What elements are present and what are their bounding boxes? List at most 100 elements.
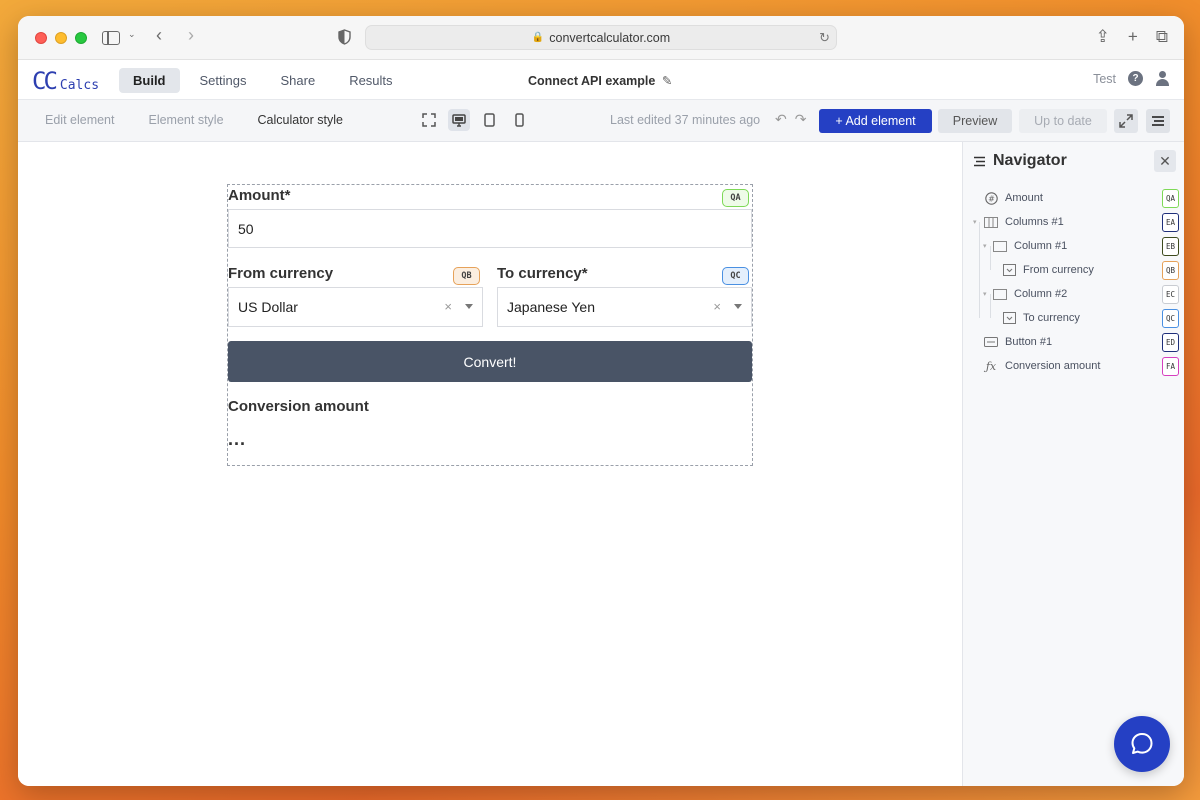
dropdown-icon xyxy=(1002,312,1016,324)
app-header: CC Calcs Build Settings Share Results Co… xyxy=(18,60,1184,100)
new-tab-icon[interactable]: + xyxy=(1128,27,1138,47)
amount-label: Amount* xyxy=(228,187,291,204)
tree-item-tag: ED xyxy=(1162,333,1179,352)
tree-item-tag: FA xyxy=(1162,357,1179,376)
element-tree: # Amount QA ▾ Columns #1 EA ▾ Column #1 … xyxy=(963,186,1184,378)
button-icon xyxy=(984,336,998,348)
undo-icon[interactable]: ↶ xyxy=(775,111,787,128)
nav-results[interactable]: Results xyxy=(335,68,406,93)
preview-button[interactable]: Preview xyxy=(938,109,1012,133)
caret-down-icon[interactable]: ▾ xyxy=(973,218,977,226)
from-currency-label: From currency xyxy=(228,265,334,282)
sidebar-toggle-icon[interactable] xyxy=(102,31,120,45)
tree-item-to-currency[interactable]: To currency QC xyxy=(963,306,1184,330)
nav-settings[interactable]: Settings xyxy=(186,68,261,93)
columns-icon xyxy=(984,216,998,228)
window-controls xyxy=(35,32,87,44)
tree-item-button-1[interactable]: Button #1 ED xyxy=(963,330,1184,354)
menu-icon xyxy=(1152,116,1164,126)
tree-item-tag: EB xyxy=(1162,237,1179,256)
caret-down-icon[interactable] xyxy=(734,304,742,309)
zoom-window-button[interactable] xyxy=(75,32,87,44)
logo[interactable]: CC Calcs xyxy=(32,67,99,95)
tree-item-amount[interactable]: # Amount QA xyxy=(963,186,1184,210)
nav-build[interactable]: Build xyxy=(119,68,180,93)
column-icon xyxy=(993,288,1007,300)
nav-share[interactable]: Share xyxy=(266,68,329,93)
tree-item-label: Column #2 xyxy=(1014,288,1068,300)
tree-item-label: Column #1 xyxy=(1014,240,1068,252)
tree-item-label: From currency xyxy=(1023,264,1094,276)
from-currency-select[interactable]: US Dollar × xyxy=(228,287,483,327)
editor-tabs: Edit element Element style Calculator st… xyxy=(45,113,343,127)
convert-button[interactable]: Convert! xyxy=(228,341,752,382)
clear-icon[interactable]: × xyxy=(713,299,721,314)
shield-icon[interactable] xyxy=(338,29,351,45)
chevron-down-icon[interactable]: ⌄ xyxy=(128,29,136,40)
tree-item-column-2[interactable]: ▾ Column #2 EC xyxy=(963,282,1184,306)
amount-tag[interactable]: QA xyxy=(722,189,749,207)
navigator-panel: Navigator ✕ # Amount QA ▾ Columns #1 EA … xyxy=(962,142,1184,786)
calculator-preview: Amount* QA 50 From currency QB US Dollar… xyxy=(227,184,753,466)
caret-down-icon[interactable]: ▾ xyxy=(983,242,987,250)
forward-icon[interactable]: › xyxy=(188,25,194,46)
up-to-date-button[interactable]: Up to date xyxy=(1019,109,1107,133)
to-currency-label: To currency* xyxy=(497,265,588,282)
expand-button[interactable] xyxy=(1114,109,1138,133)
tree-item-label: Columns #1 xyxy=(1005,216,1064,228)
tablet-icon[interactable] xyxy=(478,109,500,131)
desktop-icon[interactable] xyxy=(448,109,470,131)
share-icon[interactable]: ⇪ xyxy=(1096,27,1110,47)
clear-icon[interactable]: × xyxy=(444,299,452,314)
close-icon[interactable]: ✕ xyxy=(1154,150,1176,172)
tree-item-column-1[interactable]: ▾ Column #1 EB xyxy=(963,234,1184,258)
mobile-icon[interactable] xyxy=(508,109,530,131)
address-bar[interactable]: 🔒 convertcalculator.com ↻ xyxy=(365,25,837,50)
to-currency-value: Japanese Yen xyxy=(507,299,595,315)
to-currency-tag[interactable]: QC xyxy=(722,267,749,285)
to-currency-select[interactable]: Japanese Yen × xyxy=(497,287,752,327)
navigator-icon xyxy=(974,156,985,166)
tab-calculator-style[interactable]: Calculator style xyxy=(258,113,343,127)
caret-down-icon[interactable]: ▾ xyxy=(983,290,987,298)
hash-icon: # xyxy=(984,191,998,205)
reload-icon[interactable]: ↻ xyxy=(819,30,830,46)
from-currency-value: US Dollar xyxy=(238,299,298,315)
user-name[interactable]: Test xyxy=(1093,72,1116,86)
caret-down-icon[interactable] xyxy=(465,304,473,309)
navigator-title: Navigator xyxy=(973,152,1067,170)
header-user-area: Test ? xyxy=(1093,71,1170,86)
tree-item-label: Amount xyxy=(1005,192,1043,204)
formula-icon: ƒx xyxy=(985,359,997,373)
tree-item-from-currency[interactable]: From currency QB xyxy=(963,258,1184,282)
browser-toolbar: ⌄ ‹ › 🔒 convertcalculator.com ↻ ⇪ + ⧉ xyxy=(18,16,1184,60)
lock-icon: 🔒 xyxy=(531,32,545,43)
tree-item-columns-1[interactable]: ▾ Columns #1 EA xyxy=(963,210,1184,234)
tabs-overview-icon[interactable]: ⧉ xyxy=(1156,27,1168,47)
back-icon[interactable]: ‹ xyxy=(156,25,162,46)
tree-item-conversion-amount[interactable]: ƒx Conversion amount FA xyxy=(963,354,1184,378)
tab-edit-element[interactable]: Edit element xyxy=(45,113,114,127)
close-window-button[interactable] xyxy=(35,32,47,44)
edit-icon[interactable]: ✎ xyxy=(662,74,672,88)
add-element-button[interactable]: + Add element xyxy=(819,109,932,133)
expand-icon xyxy=(1119,114,1133,128)
page-title[interactable]: Connect API example ✎ xyxy=(528,73,672,88)
fullscreen-icon[interactable] xyxy=(418,109,440,131)
conversion-amount-value: ... xyxy=(228,429,247,449)
logo-text: Calcs xyxy=(59,78,100,93)
last-edited-text: Last edited 37 minutes ago xyxy=(610,113,761,127)
from-currency-tag[interactable]: QB xyxy=(453,267,480,285)
amount-input[interactable]: 50 xyxy=(228,209,752,248)
help-icon[interactable]: ? xyxy=(1128,71,1143,86)
tree-item-tag: EC xyxy=(1162,285,1179,304)
minimize-window-button[interactable] xyxy=(55,32,67,44)
navigator-title-text: Navigator xyxy=(993,152,1067,169)
tab-element-style[interactable]: Element style xyxy=(148,113,223,127)
editor-toolbar: Edit element Element style Calculator st… xyxy=(18,100,1184,142)
navigator-toggle-button[interactable] xyxy=(1146,109,1170,133)
user-icon[interactable] xyxy=(1155,71,1170,86)
redo-icon[interactable]: ↷ xyxy=(795,111,807,128)
chat-button[interactable] xyxy=(1114,716,1170,772)
svg-text:#: # xyxy=(988,194,995,203)
